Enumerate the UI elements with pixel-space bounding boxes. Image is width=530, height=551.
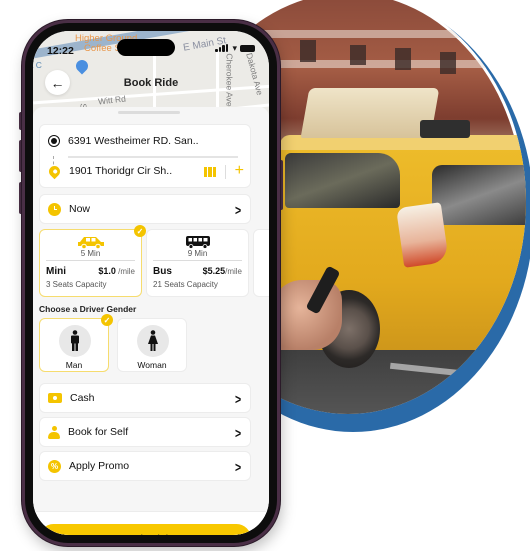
taxi-rear-window bbox=[432, 165, 526, 225]
man-icon bbox=[59, 325, 91, 357]
add-stop-icon[interactable]: + bbox=[235, 162, 244, 180]
promo-icon: % bbox=[48, 459, 61, 473]
page-title: Book Ride bbox=[123, 77, 179, 89]
map-street-label: Dakota Ave bbox=[244, 51, 266, 97]
vehicle-capacity: 21 Seats Capacity bbox=[153, 280, 218, 289]
phone-frame: Higher Ground Coffee Shop E Main St Witt… bbox=[22, 20, 280, 546]
signal-icon bbox=[215, 44, 229, 52]
sheet-grabber[interactable] bbox=[118, 111, 180, 114]
map-street-label: Witt Rd bbox=[97, 93, 127, 107]
battery-icon bbox=[240, 44, 255, 52]
building-window bbox=[300, 40, 316, 62]
phone-screen: Higher Ground Coffee Shop E Main St Witt… bbox=[33, 31, 269, 535]
book-for-label: Book for Self bbox=[68, 426, 129, 438]
vehicle-capacity: 3 Seats Capacity bbox=[46, 280, 107, 289]
gender-label: Woman bbox=[137, 360, 167, 370]
check-icon: ✓ bbox=[134, 225, 146, 237]
dynamic-island bbox=[117, 39, 175, 56]
taxi-sign-base bbox=[420, 120, 470, 138]
gender-option-man[interactable]: Man ✓ bbox=[39, 314, 113, 372]
vehicle-eta: 9 Min bbox=[187, 249, 208, 258]
destination-pin-icon bbox=[46, 163, 63, 179]
woman-icon bbox=[137, 325, 169, 357]
building-window bbox=[350, 45, 366, 65]
taxi-tail-light bbox=[396, 202, 449, 268]
vehicle-name: Bus bbox=[153, 266, 172, 277]
status-icons: ▾ bbox=[215, 43, 255, 53]
book-ride-button[interactable]: Book Mini bbox=[39, 524, 251, 535]
wifi-icon: ▾ bbox=[232, 43, 237, 53]
dropoff-address: 1901 Thoridgr Cir Sh.. bbox=[69, 165, 173, 177]
gender-label: Man bbox=[65, 360, 83, 370]
chevron-right-icon: > bbox=[234, 425, 241, 441]
building-ledge bbox=[250, 30, 510, 38]
origin-dot-icon bbox=[48, 135, 60, 147]
booking-sheet: 6391 Westheimer RD. San.. 1901 Thoridgr … bbox=[33, 107, 269, 535]
chevron-right-icon: > bbox=[234, 459, 241, 475]
price-unit: /mile bbox=[115, 267, 135, 276]
building-window bbox=[440, 52, 456, 74]
check-icon: ✓ bbox=[101, 314, 113, 326]
payment-label: Cash bbox=[70, 392, 95, 404]
road bbox=[272, 350, 526, 414]
schedule-label: Now bbox=[69, 203, 91, 215]
status-time: 12:22 bbox=[47, 45, 74, 57]
pickup-address: 6391 Westheimer RD. San.. bbox=[68, 135, 199, 147]
clock-icon bbox=[48, 202, 61, 216]
taxi-roof-sign bbox=[300, 88, 440, 138]
gender-option-woman[interactable]: Woman bbox=[117, 318, 187, 372]
promo-row[interactable]: % Apply Promo > bbox=[39, 451, 251, 481]
map-street-label: t C bbox=[33, 60, 42, 70]
divider bbox=[46, 260, 135, 261]
dropoff-field[interactable]: 1901 Thoridgr Cir Sh.. bbox=[46, 163, 173, 179]
location-card: 6391 Westheimer RD. San.. 1901 Thoridgr … bbox=[39, 124, 251, 188]
taxi-side-window bbox=[285, 153, 400, 208]
promo-label: Apply Promo bbox=[69, 460, 130, 472]
location-divider bbox=[68, 156, 238, 158]
chevron-right-icon: > bbox=[234, 391, 241, 407]
building-window bbox=[395, 48, 411, 70]
bottom-action-bar: Book Mini bbox=[33, 511, 269, 535]
gender-section-label: Choose a Driver Gender bbox=[39, 304, 137, 314]
chevron-right-icon: > bbox=[234, 202, 241, 218]
divider bbox=[225, 165, 226, 179]
cash-icon bbox=[48, 393, 62, 403]
vehicle-name: Mini bbox=[46, 266, 66, 277]
vehicle-eta: 5 Min bbox=[80, 249, 101, 258]
vehicle-price: $5.25/mile bbox=[203, 266, 242, 276]
vehicle-price: $1.0 /mile bbox=[98, 266, 135, 276]
vehicle-option-bus[interactable]: 9 Min Bus $5.25/mile 21 Seats Capacity bbox=[146, 229, 249, 297]
price-value: $5.25 bbox=[202, 266, 226, 276]
schedule-row[interactable]: Now > bbox=[39, 194, 251, 224]
vehicle-option-partial[interactable] bbox=[253, 229, 269, 297]
hand bbox=[272, 280, 342, 350]
pickup-field[interactable]: 6391 Westheimer RD. San.. bbox=[48, 135, 199, 147]
payment-row[interactable]: Cash > bbox=[39, 383, 251, 413]
building-ledge bbox=[250, 60, 510, 68]
phone-bezel: Higher Ground Coffee Shop E Main St Witt… bbox=[25, 23, 277, 543]
price-unit: /mile bbox=[225, 267, 242, 276]
divider bbox=[153, 260, 242, 261]
price-value: $1.0 bbox=[98, 266, 116, 276]
person-icon bbox=[48, 425, 60, 439]
map-poi-pin-icon bbox=[73, 57, 91, 75]
book-for-row[interactable]: Book for Self > bbox=[39, 417, 251, 447]
vehicle-option-mini[interactable]: 5 Min Mini $1.0 /mile 3 Seats Capacity ✓ bbox=[39, 225, 146, 297]
map-view-icon[interactable] bbox=[204, 167, 216, 177]
